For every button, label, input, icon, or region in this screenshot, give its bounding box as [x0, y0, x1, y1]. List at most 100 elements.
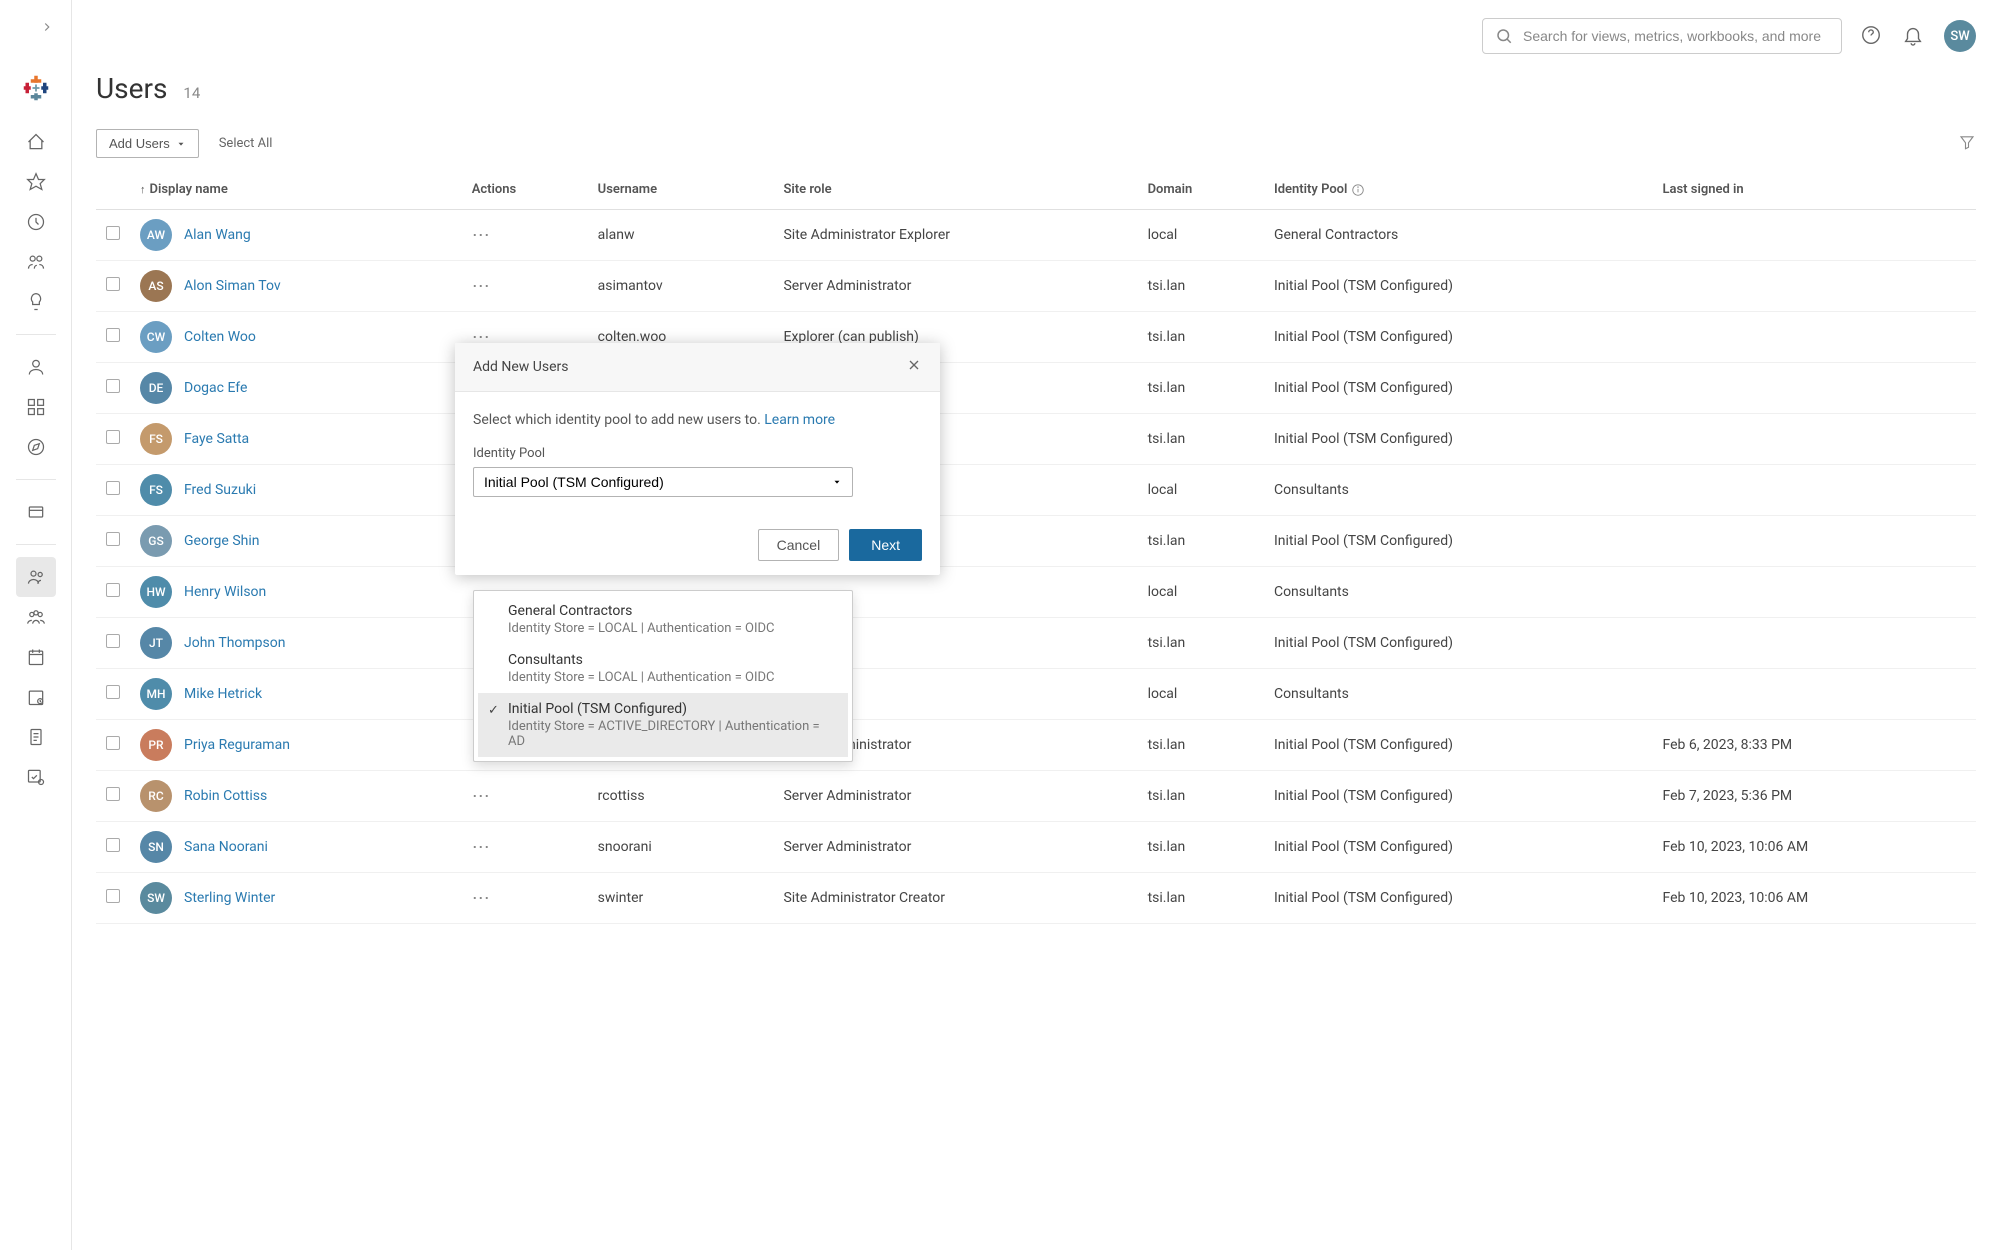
- collections-icon[interactable]: [16, 387, 56, 427]
- row-checkbox[interactable]: [106, 787, 120, 801]
- identity-pool-select[interactable]: Initial Pool (TSM Configured): [473, 467, 853, 497]
- row-actions-icon[interactable]: ⋯: [472, 276, 491, 297]
- col-domain[interactable]: Domain: [1138, 170, 1264, 210]
- user-name-link[interactable]: Robin Cottiss: [184, 788, 267, 804]
- sidebar-collapse-icon[interactable]: [40, 20, 54, 38]
- row-checkbox[interactable]: [106, 481, 120, 495]
- col-username[interactable]: Username: [588, 170, 774, 210]
- recommendations-icon[interactable]: [16, 282, 56, 322]
- user-avatar-icon: FS: [140, 423, 172, 455]
- favorites-icon[interactable]: [16, 162, 56, 202]
- last-signed-cell: Feb 10, 2023, 10:06 AM: [1652, 873, 1976, 924]
- domain-cell: tsi.lan: [1138, 720, 1264, 771]
- table-row: DEDogac Efe ⋯ tsi.lan Initial Pool (TSM …: [96, 363, 1976, 414]
- select-all-link[interactable]: Select All: [219, 136, 273, 151]
- row-checkbox[interactable]: [106, 379, 120, 393]
- user-avatar-icon: AS: [140, 270, 172, 302]
- identity-pool-dropdown: General ContractorsIdentity Store = LOCA…: [473, 590, 853, 762]
- users-menu-icon[interactable]: [16, 557, 56, 597]
- user-avatar-icon: DE: [140, 372, 172, 404]
- table-row: JTJohn Thompson ⋯ istrator tsi.lan Initi…: [96, 618, 1976, 669]
- user-name-link[interactable]: Sterling Winter: [184, 890, 275, 906]
- jobs-icon[interactable]: [16, 677, 56, 717]
- user-name-link[interactable]: Sana Noorani: [184, 839, 268, 855]
- user-avatar-icon: FS: [140, 474, 172, 506]
- notifications-icon[interactable]: [1902, 24, 1926, 48]
- row-checkbox[interactable]: [106, 583, 120, 597]
- external-assets-icon[interactable]: [16, 492, 56, 532]
- last-signed-cell: [1652, 312, 1976, 363]
- user-name-link[interactable]: George Shin: [184, 533, 259, 549]
- user-avatar[interactable]: SW: [1944, 20, 1976, 52]
- row-checkbox[interactable]: [106, 634, 120, 648]
- user-name-link[interactable]: Colten Woo: [184, 329, 256, 345]
- row-actions-icon[interactable]: ⋯: [472, 786, 491, 807]
- add-users-button[interactable]: Add Users: [96, 129, 199, 158]
- row-actions-icon[interactable]: ⋯: [472, 225, 491, 246]
- row-checkbox[interactable]: [106, 889, 120, 903]
- col-last-signed-in[interactable]: Last signed in: [1652, 170, 1976, 210]
- last-signed-cell: [1652, 567, 1976, 618]
- tableau-logo-icon[interactable]: [22, 74, 50, 102]
- dropdown-option[interactable]: Initial Pool (TSM Configured)Identity St…: [478, 693, 848, 757]
- row-checkbox[interactable]: [106, 277, 120, 291]
- row-checkbox[interactable]: [106, 838, 120, 852]
- identity-pool-cell: Initial Pool (TSM Configured): [1264, 363, 1653, 414]
- filter-icon[interactable]: [1958, 133, 1976, 155]
- site-status-icon[interactable]: [16, 757, 56, 797]
- modal-close-icon[interactable]: [906, 357, 922, 377]
- domain-cell: tsi.lan: [1138, 618, 1264, 669]
- identity-pool-cell: Initial Pool (TSM Configured): [1264, 720, 1653, 771]
- user-name-link[interactable]: Alon Siman Tov: [184, 278, 281, 294]
- groups-icon[interactable]: [16, 597, 56, 637]
- home-icon[interactable]: [16, 122, 56, 162]
- personal-space-icon[interactable]: [16, 347, 56, 387]
- shared-icon[interactable]: [16, 242, 56, 282]
- row-checkbox[interactable]: [106, 685, 120, 699]
- username-cell: snoorani: [588, 822, 774, 873]
- site-role-cell: Site Administrator Creator: [773, 873, 1137, 924]
- row-actions-icon[interactable]: ⋯: [472, 888, 491, 909]
- last-signed-cell: [1652, 465, 1976, 516]
- user-name-link[interactable]: Mike Hetrick: [184, 686, 262, 702]
- global-search[interactable]: [1482, 18, 1842, 54]
- last-signed-cell: [1652, 618, 1976, 669]
- domain-cell: tsi.lan: [1138, 822, 1264, 873]
- row-checkbox[interactable]: [106, 736, 120, 750]
- search-input[interactable]: [1523, 28, 1829, 44]
- tasks-icon[interactable]: [16, 717, 56, 757]
- user-name-link[interactable]: Faye Satta: [184, 431, 249, 447]
- domain-cell: tsi.lan: [1138, 873, 1264, 924]
- help-icon[interactable]: [1860, 24, 1884, 48]
- row-checkbox[interactable]: [106, 226, 120, 240]
- search-icon: [1495, 27, 1513, 45]
- cancel-button[interactable]: Cancel: [758, 529, 840, 561]
- learn-more-link[interactable]: Learn more: [764, 412, 835, 428]
- next-button[interactable]: Next: [849, 529, 922, 561]
- col-identity-pool[interactable]: Identity Pool: [1264, 170, 1653, 210]
- page-header: Users 14 Add Users Select All: [72, 72, 2000, 170]
- user-avatar-icon: HW: [140, 576, 172, 608]
- recents-icon[interactable]: [16, 202, 56, 242]
- row-checkbox[interactable]: [106, 328, 120, 342]
- dropdown-option[interactable]: General ContractorsIdentity Store = LOCA…: [478, 595, 848, 644]
- user-name-link[interactable]: Fred Suzuki: [184, 482, 256, 498]
- domain-cell: local: [1138, 567, 1264, 618]
- user-name-link[interactable]: Priya Reguraman: [184, 737, 290, 753]
- info-icon[interactable]: [1351, 183, 1365, 197]
- user-name-link[interactable]: Alan Wang: [184, 227, 251, 243]
- user-name-link[interactable]: Henry Wilson: [184, 584, 266, 600]
- site-role-cell: Server Administrator: [773, 822, 1137, 873]
- modal-title: Add New Users: [473, 359, 569, 375]
- row-checkbox[interactable]: [106, 532, 120, 546]
- col-display-name[interactable]: ↑Display name: [130, 170, 462, 210]
- dropdown-option[interactable]: ConsultantsIdentity Store = LOCAL | Auth…: [478, 644, 848, 693]
- row-checkbox[interactable]: [106, 430, 120, 444]
- row-actions-icon[interactable]: ⋯: [472, 837, 491, 858]
- explore-icon[interactable]: [16, 427, 56, 467]
- user-name-link[interactable]: Dogac Efe: [184, 380, 247, 396]
- table-row: SNSana Noorani ⋯ snoorani Server Adminis…: [96, 822, 1976, 873]
- schedules-icon[interactable]: [16, 637, 56, 677]
- col-site-role[interactable]: Site role: [773, 170, 1137, 210]
- user-name-link[interactable]: John Thompson: [184, 635, 285, 651]
